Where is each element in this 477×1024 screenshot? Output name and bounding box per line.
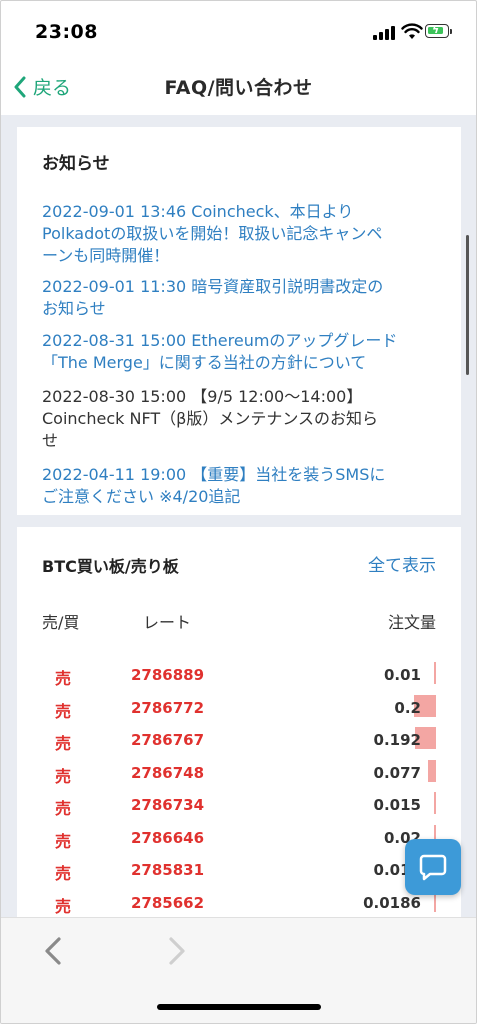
side-label: 売: [55, 669, 72, 688]
news-item[interactable]: 2022-08-30 15:00 【9/5 12:00〜14:00】 Coinc…: [42, 386, 437, 452]
side-label: 売: [55, 799, 72, 818]
orderbook-row: 売 2786889 0.01: [17, 659, 461, 691]
column-header-side: 売/買: [42, 613, 80, 632]
side-label: 売: [55, 896, 72, 916]
side-label: 売: [55, 766, 72, 786]
orderbook-row: 売 2786772 0.2: [17, 692, 461, 724]
rate-value: 2786748: [131, 763, 205, 782]
rate-value: 2786646: [131, 828, 205, 847]
amount-value: 0.192: [373, 731, 421, 749]
rate-value: 2786767: [131, 731, 205, 749]
chevron-left-icon[interactable]: [41, 936, 65, 966]
rate-value: 2786889: [131, 666, 205, 684]
battery-charging-icon: ϟ: [425, 23, 452, 38]
navigation-bar: 戻る FAQ/問い合わせ: [1, 57, 476, 115]
orderbook-row: 売 2786646 0.02: [17, 822, 461, 854]
rate-value: 2786772: [131, 698, 205, 717]
news-heading: お知らせ: [42, 154, 110, 174]
wifi-icon: [401, 23, 423, 39]
side-label: 売: [55, 864, 72, 883]
side-label: 売: [55, 734, 72, 753]
home-indicator: [157, 1004, 321, 1010]
amount-value: 0.0186: [363, 893, 421, 912]
orderbook-row: 売 2785662 0.0186: [17, 887, 461, 918]
column-header-rate: レート: [143, 613, 192, 632]
amount-value: 0.01: [383, 666, 421, 684]
browser-toolbar: [1, 917, 476, 1023]
show-all-link[interactable]: 全て表示: [368, 551, 436, 576]
rate-value: 2785662: [131, 893, 205, 912]
orderbook-heading: BTC買い板/売り板: [42, 557, 179, 576]
news-item[interactable]: 2022-04-11 19:00 【重要】当社を装うSMSに ご注意ください ※…: [42, 464, 437, 508]
orderbook-row: 売 2786734 0.015: [17, 789, 461, 821]
column-header-amount: 注文量: [387, 613, 436, 632]
main-content[interactable]: お知らせ 2022-09-01 13:46 Coincheck、本日より Pol…: [1, 115, 476, 917]
side-label: 売: [55, 831, 72, 851]
orderbook-card: BTC買い板/売り板 全て表示 売/買 レート 注文量 売 2786889 0.01…: [17, 527, 461, 917]
status-bar: 23:08 ϟ: [1, 1, 476, 57]
news-item[interactable]: 2022-09-01 11:30 暗号資産取引説明書改定の お知らせ: [42, 276, 437, 320]
depth-bar: [427, 759, 436, 782]
scrollbar[interactable]: [466, 235, 469, 375]
depth-bar: [434, 662, 436, 684]
cellular-signal-icon: [373, 26, 395, 40]
side-label: 売: [55, 701, 72, 721]
orderbook-row: 売 2786748 0.077: [17, 757, 461, 789]
page-title: FAQ/問い合わせ: [164, 77, 313, 99]
chat-bubble-icon: [419, 854, 447, 881]
news-item[interactable]: 2022-09-01 13:46 Coincheck、本日より Polkadot…: [42, 201, 437, 267]
depth-bar: [434, 792, 436, 814]
app-frame: 23:08 ϟ 戻る FAQ/問い合わせ お知らせ 2022-09-01 13:…: [0, 0, 477, 1024]
news-item[interactable]: 2022-08-31 15:00 Ethereumのアップグレード 「The M…: [42, 330, 437, 374]
chat-button[interactable]: [405, 839, 461, 895]
news-card: お知らせ 2022-09-01 13:46 Coincheck、本日より Pol…: [17, 127, 461, 515]
rate-value: 2786734: [131, 796, 205, 814]
amount-value: 0.015: [373, 796, 421, 814]
rate-value: 2785831: [131, 861, 205, 879]
amount-value: 0.2: [394, 698, 421, 717]
amount-value: 0.077: [373, 763, 421, 782]
status-time: 23:08: [35, 21, 98, 43]
orderbook-row: 売 2786767 0.192: [17, 724, 461, 756]
orderbook-row: 売 2785831 0.018: [17, 854, 461, 886]
chevron-right-icon[interactable]: [165, 936, 189, 966]
